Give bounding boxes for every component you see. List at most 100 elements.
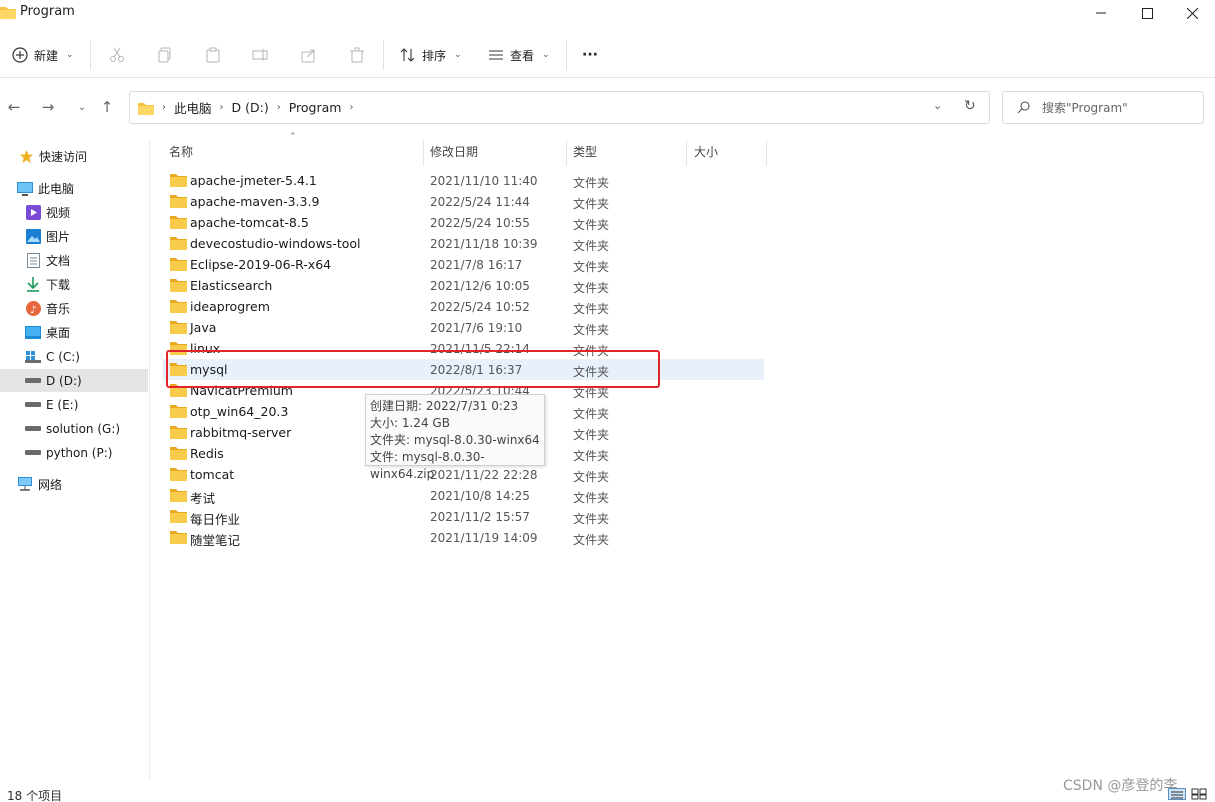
toolbar-divider [383,40,384,70]
chevron-right-icon[interactable]: › [349,102,353,113]
file-row[interactable]: apache-maven-3.3.9 2022/5/24 11:44 文件夹 [163,191,764,212]
file-date: 2021/11/5 22:14 [430,342,530,356]
sidebar-item-network[interactable]: 网络 [0,473,148,496]
music-icon: ♪ [25,301,41,317]
file-row[interactable]: devecostudio-windows-tool 2021/11/18 10:3… [163,233,764,254]
column-header-size[interactable]: 大小 [694,140,718,162]
column-header-date[interactable]: 修改日期 [430,140,478,162]
sidebar-item-videos[interactable]: 视频 [0,201,148,224]
window-title: Program [20,4,75,19]
sidebar-item-drive-d[interactable]: D (D:) [0,369,148,392]
tooltip-size: 大小: 1.24 GB [370,416,450,430]
sort-label: 排序 [422,48,447,63]
view-list-icon [489,50,503,60]
view-label: 查看 [510,48,535,63]
rename-icon[interactable] [250,44,272,66]
sidebar-item-documents[interactable]: 文档 [0,249,148,272]
folder-info-tooltip: 创建日期: 2022/7/31 0:23 大小: 1.24 GB 文件夹: my… [365,394,545,481]
sidebar-item-drive-g[interactable]: solution (G:) [0,417,148,440]
maximize-button[interactable] [1124,0,1170,26]
toolbar-divider [90,40,91,70]
file-type: 文件夹 [573,281,610,295]
column-divider[interactable] [686,140,687,166]
file-type: 文件夹 [573,260,610,274]
file-row[interactable]: ideaprogrem 2022/5/24 10:52 文件夹 [163,296,764,317]
file-date: 2022/5/24 11:44 [430,195,530,209]
details-view-icon[interactable] [1168,788,1186,800]
sidebar-item-downloads[interactable]: 下载 [0,273,148,296]
sidebar-item-music[interactable]: ♪ 音乐 [0,297,148,320]
new-button[interactable]: 新建 ⌄ [12,41,74,69]
address-dropdown-icon[interactable]: ⌄ [933,99,942,112]
column-divider[interactable] [566,140,567,166]
file-row[interactable]: Elasticsearch 2021/12/6 10:05 文件夹 [163,275,764,296]
sidebar-item-drive-c[interactable]: C (C:) [0,345,148,368]
file-row[interactable]: Java 2021/7/6 19:10 文件夹 [163,317,764,338]
copy-icon[interactable] [154,44,176,66]
breadcrumb-program[interactable]: Program [289,100,342,115]
column-divider[interactable] [423,140,424,166]
minimize-icon [1096,12,1106,14]
tiles-view-icon[interactable] [1190,788,1208,800]
file-row[interactable]: 随堂笔记 2021/11/19 14:09 文件夹 [163,527,764,548]
sidebar-item-drive-p[interactable]: python (P:) [0,441,148,464]
file-type: 文件夹 [573,449,610,463]
refresh-icon[interactable]: ↻ [964,98,976,114]
windows-drive-icon [25,349,41,365]
file-type: 文件夹 [573,176,610,190]
minimize-button[interactable] [1078,0,1124,26]
file-date: 2021/11/19 14:09 [430,531,538,545]
sidebar-item-this-pc[interactable]: 此电脑 [0,177,148,200]
breadcrumb-drive-d[interactable]: D (D:) [232,100,269,115]
file-name: Eclipse-2019-06-R-x64 [190,257,332,272]
sidebar-item-label: 下载 [46,278,71,292]
sidebar-item-drive-e[interactable]: E (E:) [0,393,148,416]
recent-locations-button[interactable]: ⌄ [71,96,93,118]
file-row[interactable]: 考试 2021/10/8 14:25 文件夹 [163,485,764,506]
chevron-right-icon[interactable]: › [220,102,224,113]
tooltip-folders: 文件夹: mysql-8.0.30-winx64 [370,433,540,447]
command-toolbar: 新建 ⌄ 排序 ⌄ 查看 ⌄ ··· [0,32,1215,78]
drive-icon [25,421,41,437]
sidebar-item-desktop[interactable]: 桌面 [0,321,148,344]
file-row[interactable]: apache-jmeter-5.4.1 2021/11/10 11:40 文件夹 [163,170,764,191]
status-bar: 18 个项目 [0,784,1215,802]
folder-icon [170,446,187,463]
navigation-bar: ← → ⌄ ↑ › 此电脑 › D (D:) › Program › ⌄ ↻ [0,88,1215,128]
file-name: otp_win64_20.3 [190,404,289,419]
cut-icon[interactable] [106,44,128,66]
close-button[interactable] [1169,0,1215,26]
sidebar-item-quick-access[interactable]: 快速访问 [0,145,148,168]
delete-icon[interactable] [346,44,368,66]
file-row[interactable]: Eclipse-2019-06-R-x64 2021/7/8 16:17 文件夹 [163,254,764,275]
desktop-icon [25,325,41,341]
folder-icon [170,530,187,547]
breadcrumb-this-pc[interactable]: 此电脑 [174,98,212,117]
tooltip-created: 创建日期: 2022/7/31 0:23 [370,399,519,413]
search-box[interactable] [1002,91,1204,124]
forward-button[interactable]: → [37,96,59,118]
share-icon[interactable] [298,44,320,66]
more-options-button[interactable]: ··· [582,41,598,69]
column-header-name[interactable]: 名称 [169,140,193,162]
sidebar-item-pictures[interactable]: 图片 [0,225,148,248]
folder-icon [170,257,187,274]
file-row[interactable]: 每日作业 2021/11/2 15:57 文件夹 [163,506,764,527]
up-button[interactable]: ↑ [96,96,118,118]
address-bar[interactable]: › 此电脑 › D (D:) › Program › ⌄ ↻ [129,91,990,124]
file-row[interactable]: linux 2021/11/5 22:14 文件夹 [163,338,764,359]
view-button[interactable]: 查看 ⌄ [488,41,550,69]
file-row[interactable]: apache-tomcat-8.5 2022/5/24 10:55 文件夹 [163,212,764,233]
file-name: ideaprogrem [190,299,270,314]
file-date: 2022/5/24 10:55 [430,216,530,230]
sidebar-item-label: E (E:) [46,397,79,412]
column-header-type[interactable]: 类型 [573,140,597,162]
sort-button[interactable]: 排序 ⌄ [400,41,462,69]
maximize-icon [1141,7,1153,19]
chevron-right-icon[interactable]: › [277,102,281,113]
paste-icon[interactable] [202,44,224,66]
back-button[interactable]: ← [3,96,25,118]
file-row-selected[interactable]: mysql 2022/8/1 16:37 文件夹 [163,359,764,380]
search-input[interactable] [1042,100,1192,115]
column-divider[interactable] [766,140,767,166]
